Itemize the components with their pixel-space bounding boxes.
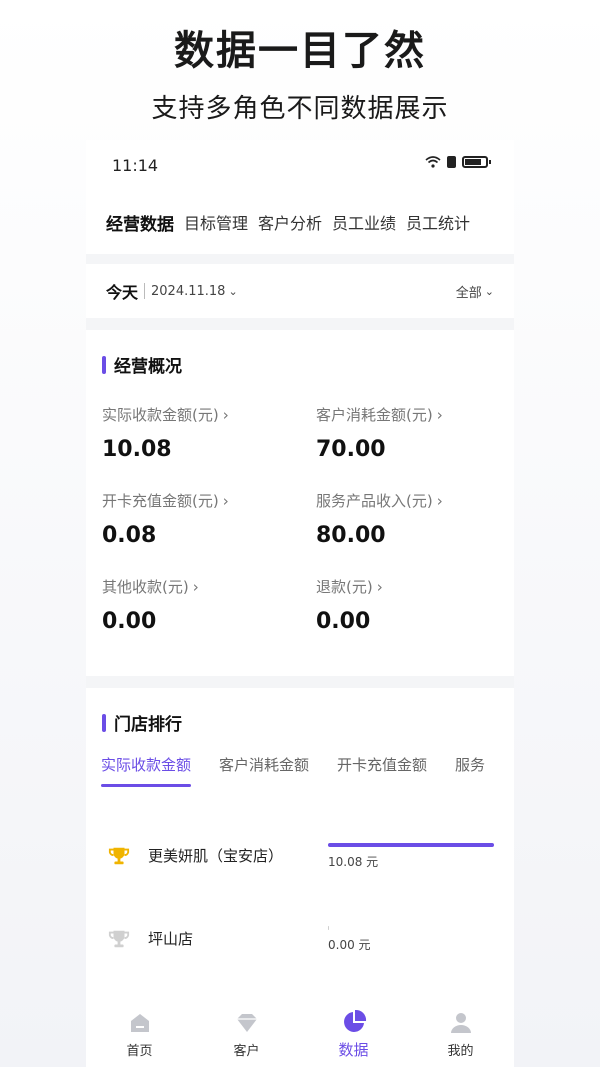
- chevron-right-icon: ›: [192, 578, 199, 596]
- bottom-nav: 首页 客户 数据 我的: [86, 1002, 514, 1067]
- trophy-icon: [108, 930, 130, 948]
- battery-icon: [462, 156, 491, 168]
- metric-value: 0.00: [102, 609, 157, 634]
- promo-subtitle: 支持多角色不同数据展示: [151, 94, 449, 124]
- metric-value: 0.08: [102, 523, 157, 548]
- chevron-right-icon: ›: [222, 492, 229, 510]
- metric-service-income[interactable]: 服务产品收入(元) › 80.00: [316, 490, 514, 548]
- tab-staff-statistics[interactable]: 员工统计: [406, 210, 470, 234]
- tab-staff-performance[interactable]: 员工业绩: [332, 210, 396, 234]
- overview-title: 经营概况: [114, 357, 182, 377]
- scope-label: 全部: [455, 285, 482, 301]
- filter-bar: 今天 2024.11.18 ⌄ 全部 ⌄: [86, 254, 514, 318]
- metric-customer-consumption[interactable]: 客户消耗金额(元) › 70.00: [316, 404, 514, 462]
- tab-customer-analysis[interactable]: 客户分析: [258, 210, 322, 234]
- metric-label: 开卡充值金额(元): [102, 492, 219, 510]
- ranking-bar-fill: [328, 926, 329, 930]
- top-tabs: 经营数据 目标管理 客户分析 员工业绩 员工统计: [86, 190, 514, 254]
- ranking-row[interactable]: 坪山店 0.00 元: [86, 926, 514, 966]
- metric-card-recharge[interactable]: 开卡充值金额(元) › 0.08: [102, 490, 302, 548]
- ranking-bar: [328, 843, 494, 847]
- user-icon: [450, 1013, 471, 1033]
- diamond-icon: [236, 1014, 257, 1032]
- ranking-row[interactable]: 更美妍肌（宝安店） 10.08 元: [86, 843, 514, 883]
- phone-screen: 11:14 经营数据 目标管理 客户分析 员工业绩 员工统计 今天 2024.1…: [86, 140, 514, 1067]
- metric-label: 服务产品收入(元): [316, 492, 433, 510]
- chevron-down-icon: ⌄: [228, 284, 238, 298]
- store-ranking-card: 门店排行 实际收款金额 客户消耗金额 开卡充值金额 服务 更美妍肌（宝安店） 1…: [86, 688, 514, 1002]
- nav-label: 数据: [338, 1041, 369, 1059]
- wifi-icon: [425, 156, 441, 168]
- chevron-right-icon: ›: [222, 406, 229, 424]
- sim-icon: [447, 156, 456, 168]
- tab-business-data[interactable]: 经营数据: [106, 210, 174, 235]
- metric-value: 10.08: [102, 437, 172, 462]
- ranking-header: 门店排行: [102, 710, 182, 735]
- metric-other-receipt[interactable]: 其他收款(元) › 0.00: [102, 576, 302, 634]
- nav-data[interactable]: 数据: [314, 1009, 394, 1060]
- ranking-tabs: 实际收款金额 客户消耗金额 开卡充值金额 服务: [101, 754, 513, 787]
- nav-customers[interactable]: 客户: [207, 1010, 287, 1059]
- scope-dropdown[interactable]: 全部 ⌄: [456, 282, 494, 301]
- metric-value: 80.00: [316, 523, 386, 548]
- chevron-right-icon: ›: [436, 492, 443, 510]
- metric-refund[interactable]: 退款(元) › 0.00: [316, 576, 514, 634]
- filter-date: 2024.11.18: [151, 283, 226, 299]
- ranking-value: 10.08 元: [328, 855, 379, 869]
- metric-label: 其他收款(元): [102, 578, 189, 596]
- metric-actual-receipt[interactable]: 实际收款金额(元) › 10.08: [102, 404, 302, 462]
- date-picker[interactable]: 2024.11.18 ⌄: [151, 284, 238, 299]
- tab-target-management[interactable]: 目标管理: [184, 210, 248, 234]
- filter-today[interactable]: 今天: [106, 279, 138, 303]
- ranking-title: 门店排行: [114, 715, 182, 735]
- section-accent-bar: [102, 355, 106, 374]
- home-icon: [130, 1014, 149, 1032]
- metric-label: 客户消耗金额(元): [316, 406, 433, 424]
- metric-label: 退款(元): [316, 578, 373, 596]
- metric-value: 0.00: [316, 609, 371, 634]
- store-name: 更美妍肌（宝安店）: [148, 847, 284, 865]
- rank-tab-card-recharge[interactable]: 开卡充值金额: [337, 754, 427, 787]
- filter-divider: [144, 283, 146, 299]
- trophy-icon: [108, 847, 130, 865]
- nav-label: 客户: [233, 1044, 260, 1059]
- rank-tab-actual-receipt[interactable]: 实际收款金额: [101, 754, 192, 787]
- nav-label: 首页: [126, 1044, 153, 1059]
- status-time: 11:14: [112, 156, 159, 175]
- metric-value: 70.00: [316, 437, 386, 462]
- rank-tab-service[interactable]: 服务: [455, 754, 485, 787]
- chevron-right-icon: ›: [376, 578, 383, 596]
- chevron-down-icon: ⌄: [484, 284, 494, 298]
- ranking-bar: [328, 926, 494, 930]
- pie-chart-icon: [343, 1009, 366, 1032]
- nav-me[interactable]: 我的: [421, 1010, 501, 1059]
- promo-title: 数据一目了然: [174, 28, 426, 74]
- overview-card: 经营概况 实际收款金额(元) › 10.08 客户消耗金额(元) › 70.00 开…: [86, 330, 514, 676]
- nav-label: 我的: [447, 1044, 474, 1059]
- status-bar: 11:14: [86, 140, 514, 190]
- nav-home[interactable]: 首页: [100, 1010, 180, 1059]
- ranking-bar-fill: [328, 843, 494, 847]
- overview-header: 经营概况: [102, 352, 182, 377]
- chevron-right-icon: ›: [436, 406, 443, 424]
- metric-label: 实际收款金额(元): [102, 406, 219, 424]
- store-name: 坪山店: [148, 930, 194, 948]
- status-icons: [425, 156, 491, 168]
- ranking-value: 0.00 元: [328, 938, 371, 952]
- section-accent-bar: [102, 713, 106, 732]
- rank-tab-customer-consumption[interactable]: 客户消耗金额: [219, 754, 309, 787]
